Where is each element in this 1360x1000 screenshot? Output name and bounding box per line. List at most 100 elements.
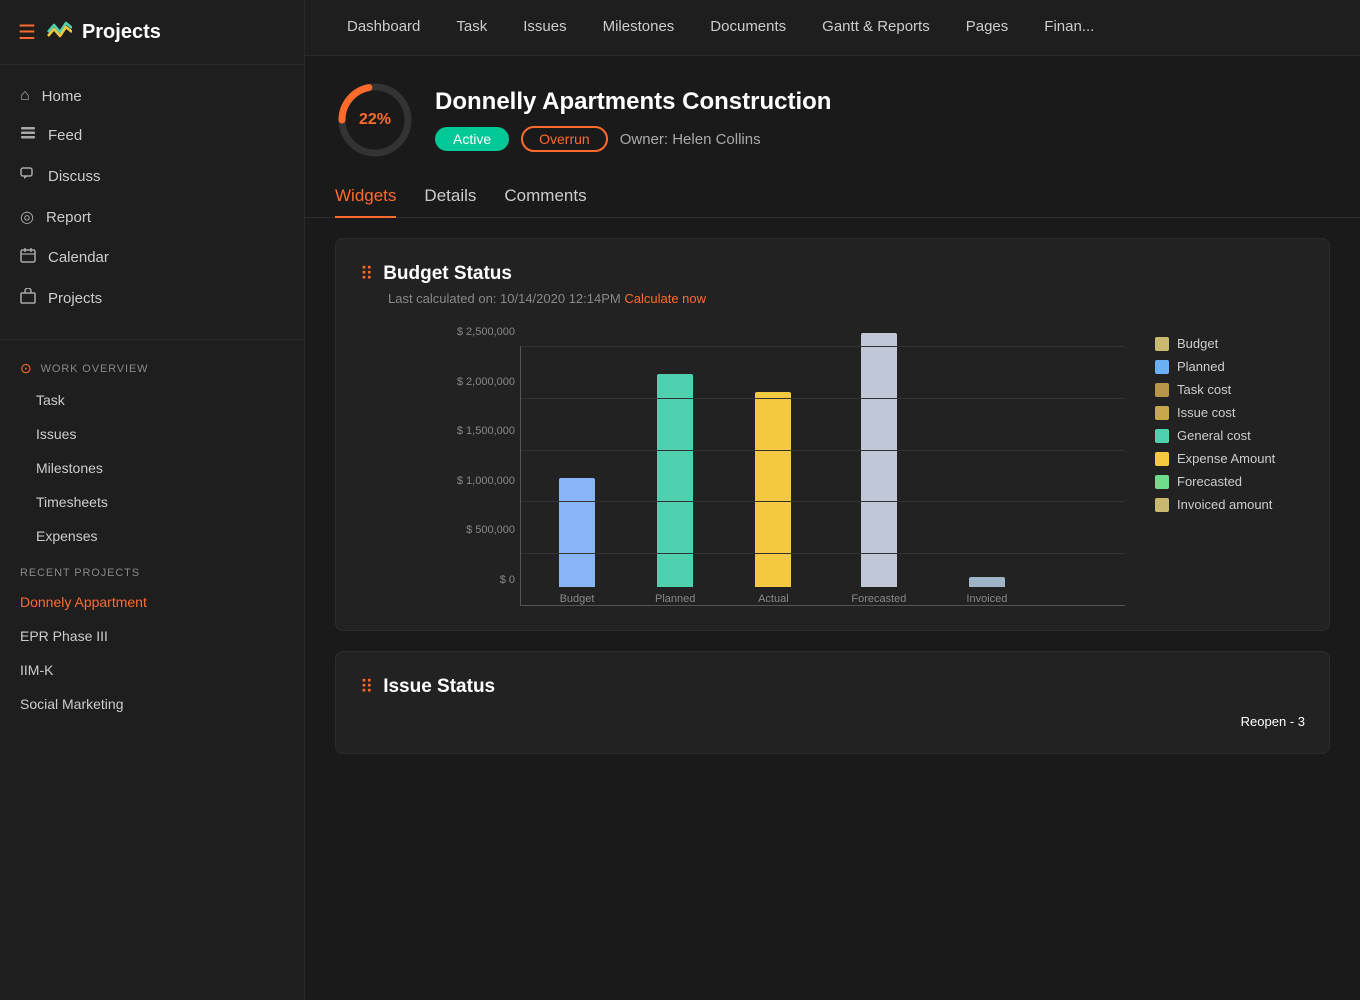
nav-pages[interactable]: Pages [948, 0, 1027, 56]
widget-card-header: ⠿ Budget Status [360, 263, 1305, 285]
sidebar-nav: ⌂ Home Feed Discuss ◎ Report Calendar [0, 65, 304, 331]
nav-documents[interactable]: Documents [692, 0, 804, 56]
tabs-bar: Widgets Details Comments [305, 176, 1360, 218]
recent-item-epr[interactable]: EPR Phase III [0, 619, 304, 653]
calculate-now-link[interactable]: Calculate now [624, 291, 706, 306]
legend-swatch [1155, 406, 1169, 420]
sidebar-item-expenses[interactable]: Expenses [0, 519, 304, 553]
badge-overrun: Overrun [521, 126, 608, 152]
sidebar-item-label: Report [46, 209, 91, 226]
bar-planned: Planned [655, 374, 695, 605]
nav-task[interactable]: Task [438, 0, 505, 56]
tab-widgets[interactable]: Widgets [335, 176, 396, 218]
legend-swatch [1155, 429, 1169, 443]
legend-invoiced-amount: Invoiced amount [1155, 497, 1305, 512]
sidebar-item-home[interactable]: ⌂ Home [0, 77, 304, 115]
chart-container: $ 2,500,000 $ 2,000,000 $ 1,500,000 $ 1,… [360, 326, 1305, 606]
sidebar-item-issues[interactable]: Issues [0, 417, 304, 451]
project-header: 22% Donnelly Apartments Construction Act… [305, 56, 1360, 176]
reopen-label: Reopen - 3 [1241, 714, 1305, 729]
legend-swatch [1155, 475, 1169, 489]
chart-wrapper: $ 2,500,000 $ 2,000,000 $ 1,500,000 $ 1,… [360, 326, 1125, 606]
sidebar-item-report[interactable]: ◎ Report [0, 197, 304, 237]
issue-widget-title: Issue Status [383, 676, 495, 698]
issue-widget-header: ⠿ Issue Status [360, 676, 1305, 698]
tab-details[interactable]: Details [424, 176, 476, 218]
legend-forecasted: Forecasted [1155, 474, 1305, 489]
bar-forecasted: Forecasted [851, 333, 906, 605]
chart-area: $ 2,500,000 $ 2,000,000 $ 1,500,000 $ 1,… [360, 326, 1125, 606]
sidebar-item-label: Home [42, 88, 82, 105]
recent-item-social[interactable]: Social Marketing [0, 687, 304, 721]
project-owner: Owner: Helen Collins [620, 131, 761, 148]
calendar-icon [20, 247, 36, 268]
sidebar-item-discuss[interactable]: Discuss [0, 156, 304, 197]
recent-projects-section: RECENT PROJECTS [0, 553, 304, 585]
legend-expense-amount: Expense Amount [1155, 451, 1305, 466]
legend-swatch [1155, 452, 1169, 466]
project-info: Donnelly Apartments Construction Active … [435, 88, 831, 152]
hamburger-icon[interactable]: ☰ [18, 20, 36, 45]
legend-swatch [1155, 360, 1169, 374]
content-area: ⠿ Budget Status Last calculated on: 10/1… [305, 218, 1360, 1000]
nav-issues[interactable]: Issues [505, 0, 584, 56]
budget-widget: ⠿ Budget Status Last calculated on: 10/1… [335, 238, 1330, 631]
bar-actual: Actual [755, 392, 791, 605]
sidebar-item-label: Feed [48, 127, 82, 144]
sidebar-item-task[interactable]: Task [0, 383, 304, 417]
sidebar-divider [0, 339, 304, 340]
main-content: Dashboard Task Issues Milestones Documen… [305, 0, 1360, 1000]
nav-milestones[interactable]: Milestones [585, 0, 693, 56]
discuss-icon [20, 166, 36, 187]
feed-icon [20, 125, 36, 146]
work-overview-label: WORK OVERVIEW [41, 363, 149, 375]
sidebar-header: ☰ Projects [0, 0, 304, 65]
issue-widget-dots-icon: ⠿ [360, 677, 373, 698]
nav-finance[interactable]: Finan... [1026, 0, 1112, 56]
sidebar-item-milestones[interactable]: Milestones [0, 451, 304, 485]
sidebar-item-label: Calendar [48, 249, 109, 266]
progress-ring: 22% [335, 80, 415, 160]
y-label-0: $ 0 [440, 574, 515, 586]
sidebar-item-label: Discuss [48, 168, 101, 185]
recent-item-donnely[interactable]: Donnely Appartment [0, 585, 304, 619]
y-label-500k: $ 500,000 [440, 524, 515, 536]
top-nav: Dashboard Task Issues Milestones Documen… [305, 0, 1360, 56]
nav-gantt[interactable]: Gantt & Reports [804, 0, 948, 56]
sidebar-item-feed[interactable]: Feed [0, 115, 304, 156]
project-badges: Active Overrun Owner: Helen Collins [435, 126, 831, 152]
projects-icon [20, 288, 36, 309]
report-icon: ◎ [20, 207, 34, 227]
tab-comments[interactable]: Comments [504, 176, 586, 218]
logo-icon [46, 18, 72, 46]
y-label-1500k: $ 1,500,000 [440, 425, 515, 437]
legend-swatch [1155, 337, 1169, 351]
sidebar-item-label: Projects [48, 290, 102, 307]
brand-name: Projects [82, 21, 161, 44]
sidebar-item-timesheets[interactable]: Timesheets [0, 485, 304, 519]
issue-widget: ⠿ Issue Status Reopen - 3 [335, 651, 1330, 754]
project-title: Donnelly Apartments Construction [435, 88, 831, 116]
legend-planned: Planned [1155, 359, 1305, 374]
sidebar-item-calendar[interactable]: Calendar [0, 237, 304, 278]
bar-invoiced: Invoiced [966, 577, 1007, 605]
recent-item-iimk[interactable]: IIM-K [0, 653, 304, 687]
sidebar-item-projects[interactable]: Projects [0, 278, 304, 319]
chart-legend: Budget Planned Task cost Issue cost [1155, 326, 1305, 512]
legend-general-cost: General cost [1155, 428, 1305, 443]
legend-swatch [1155, 383, 1169, 397]
home-icon: ⌂ [20, 87, 30, 105]
badge-active: Active [435, 127, 509, 151]
y-label-2000k: $ 2,000,000 [440, 376, 515, 388]
progress-label: 22% [359, 111, 391, 129]
work-overview-icon: ⊙ [20, 360, 33, 377]
bar-budget: Budget [559, 478, 595, 605]
legend-swatch [1155, 498, 1169, 512]
legend-budget: Budget [1155, 336, 1305, 351]
y-label-1000k: $ 1,000,000 [440, 475, 515, 487]
work-overview-section: ⊙ WORK OVERVIEW [0, 348, 304, 383]
legend-issue-cost: Issue cost [1155, 405, 1305, 420]
sidebar: ☰ Projects ⌂ Home Feed Discuss ◎ [0, 0, 305, 1000]
legend-task-cost: Task cost [1155, 382, 1305, 397]
nav-dashboard[interactable]: Dashboard [329, 0, 438, 56]
